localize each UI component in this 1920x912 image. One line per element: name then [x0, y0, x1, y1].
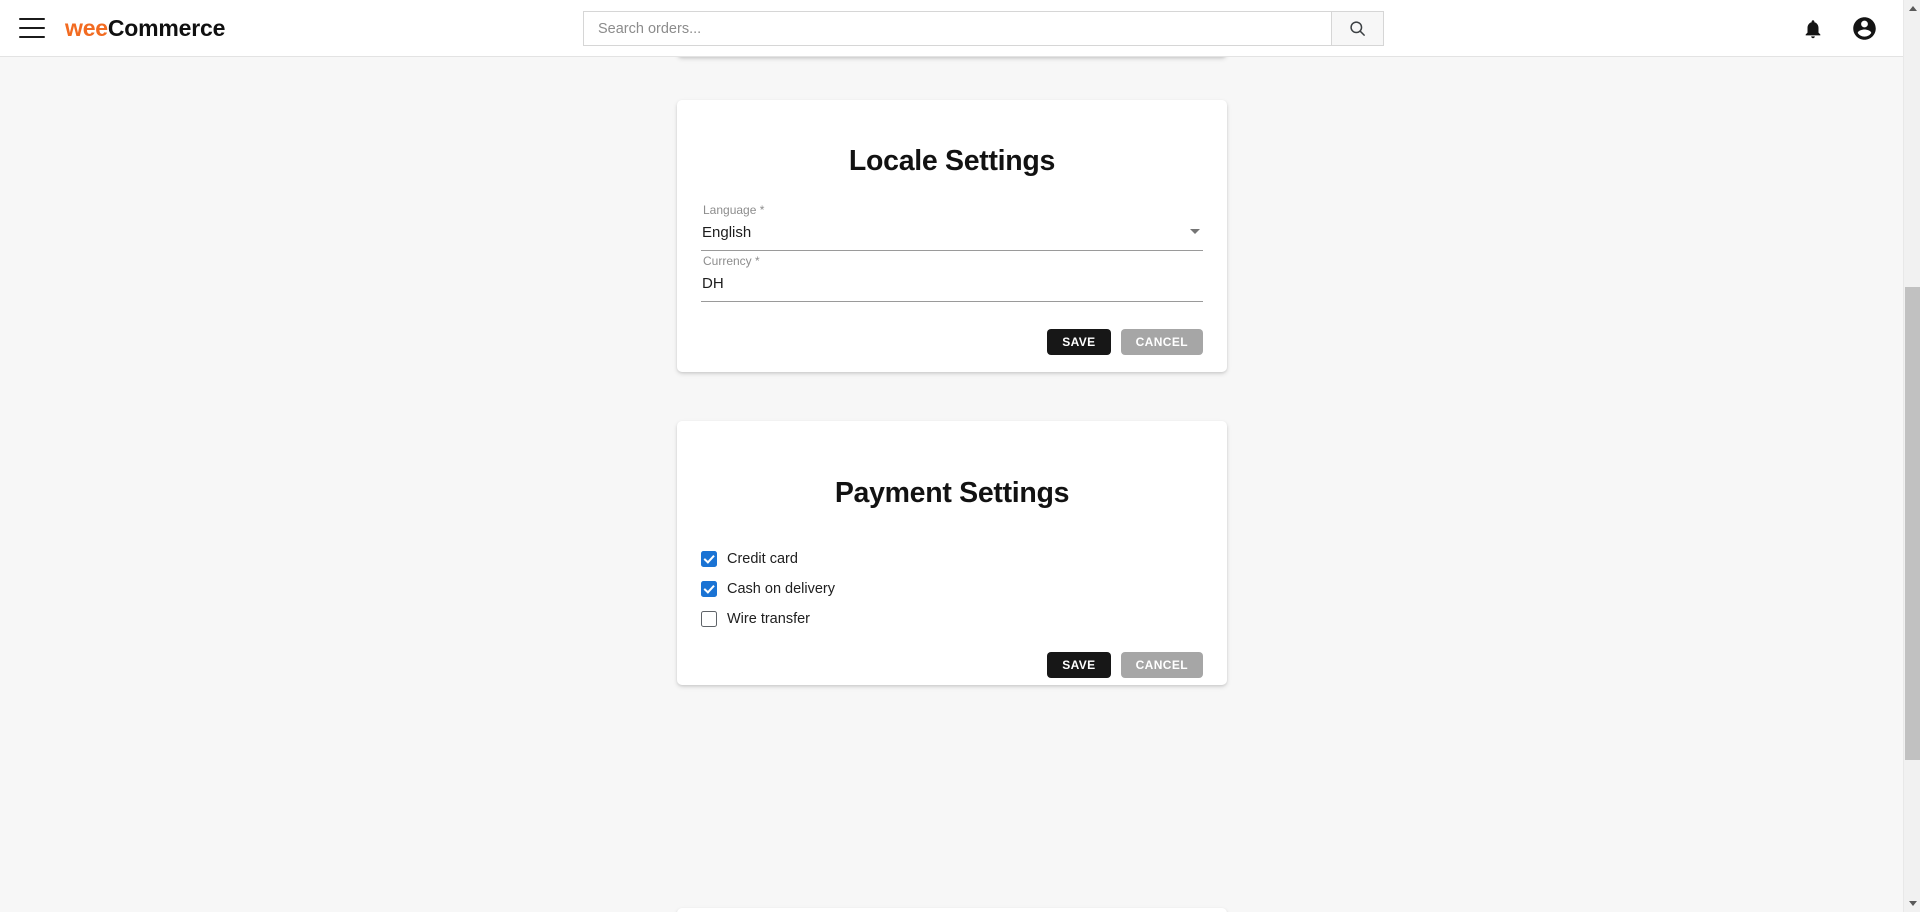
hamburger-line [19, 18, 45, 21]
locale-settings-title: Locale Settings [848, 145, 1056, 177]
locale-settings-actions: SAVE CANCEL [677, 329, 1227, 355]
caret-up-icon [1908, 6, 1917, 11]
app-header: weeCommerce [0, 0, 1920, 57]
credit-card-label: Credit card [727, 551, 798, 567]
hamburger-line [19, 35, 45, 38]
hamburger-menu-icon[interactable] [19, 18, 45, 38]
wire-transfer-label: Wire transfer [727, 611, 810, 627]
locale-cancel-button[interactable]: CANCEL [1120, 329, 1203, 355]
account-button[interactable] [1851, 15, 1878, 42]
bell-icon [1805, 19, 1821, 38]
search-bar [583, 11, 1384, 46]
scrollbar-thumb[interactable] [1905, 287, 1920, 760]
appbar-actions [1802, 0, 1878, 57]
payment-option-wire-transfer[interactable]: Wire transfer [701, 604, 1203, 634]
brand-logo[interactable]: weeCommerce [65, 15, 225, 42]
currency-field: Currency * [701, 251, 1203, 302]
settings-card-below-partial [677, 908, 1227, 912]
currency-input[interactable] [701, 275, 1203, 297]
account-circle-icon [1853, 17, 1876, 40]
search-icon [1350, 21, 1365, 36]
hamburger-line [19, 26, 45, 30]
notifications-button[interactable] [1802, 18, 1824, 40]
payment-settings-card: Payment Settings Credit card Cash on del… [677, 421, 1227, 685]
search-submit-button[interactable] [1331, 11, 1384, 46]
language-field: Language * [701, 200, 1203, 251]
scroll-down-button[interactable] [1904, 895, 1920, 912]
payment-methods-list: Credit card Cash on delivery Wire transf… [677, 544, 1227, 634]
currency-input-wrap [701, 271, 1203, 302]
settings-page: Locale Settings Language * Currency * SA… [0, 57, 1903, 912]
currency-field-label: Currency * [703, 254, 760, 268]
locale-save-button[interactable]: SAVE [1047, 329, 1111, 355]
cash-on-delivery-label: Cash on delivery [727, 581, 835, 597]
locale-settings-fields: Language * Currency * [677, 200, 1227, 302]
payment-settings-title: Payment Settings [834, 477, 1070, 509]
search-input[interactable] [583, 11, 1331, 46]
cash-on-delivery-checkbox[interactable] [701, 581, 717, 597]
payment-save-button[interactable]: SAVE [1047, 652, 1111, 678]
payment-cancel-button[interactable]: CANCEL [1120, 652, 1203, 678]
language-select[interactable] [701, 220, 1203, 251]
chevron-down-icon[interactable] [1190, 229, 1200, 234]
brand-logo-suffix: Commerce [107, 14, 226, 41]
scroll-up-button[interactable] [1904, 0, 1920, 17]
language-select-value[interactable] [701, 224, 1203, 246]
vertical-scrollbar[interactable] [1903, 0, 1920, 912]
caret-down-icon [1908, 901, 1917, 906]
brand-logo-prefix: wee [65, 14, 108, 41]
locale-settings-card: Locale Settings Language * Currency * SA… [677, 100, 1227, 372]
language-field-label: Language * [703, 203, 765, 217]
credit-card-checkbox[interactable] [701, 551, 717, 567]
payment-option-credit-card[interactable]: Credit card [701, 544, 1203, 574]
payment-option-cash-on-delivery[interactable]: Cash on delivery [701, 574, 1203, 604]
wire-transfer-checkbox[interactable] [701, 611, 717, 627]
payment-settings-actions: SAVE CANCEL [677, 652, 1227, 678]
